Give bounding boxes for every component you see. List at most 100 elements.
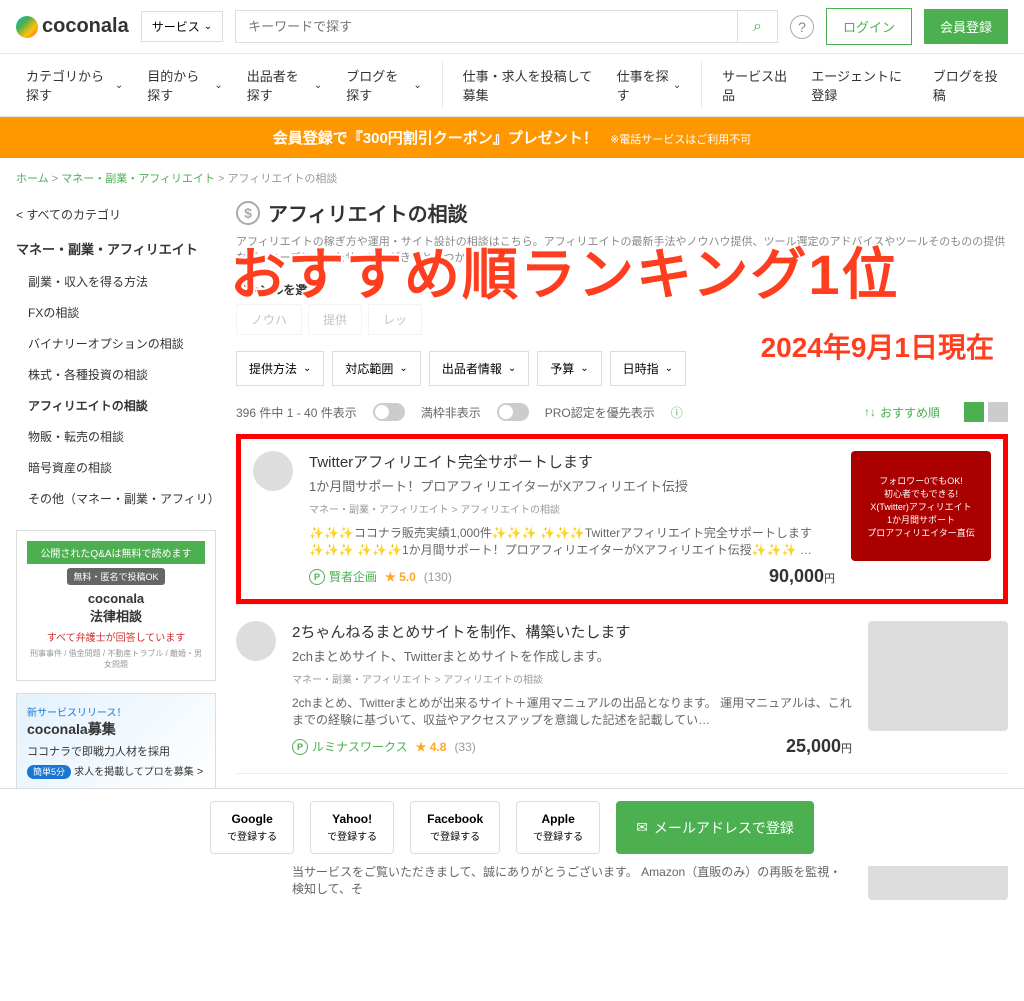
nav-blog[interactable]: ブログを探す (336, 54, 432, 116)
help-icon[interactable]: ? (790, 15, 814, 39)
breadcrumb: ホーム > マネー・副業・アフィリエイト > アフィリエイトの相談 (0, 158, 1024, 198)
genre-tag[interactable]: ノウハ (236, 304, 302, 335)
filter-提供方法[interactable]: 提供方法 (236, 351, 324, 386)
nav-job-search[interactable]: 仕事を探す (607, 54, 692, 116)
sidebar-back[interactable]: < すべてのカテゴリ (16, 198, 216, 231)
result-count: 396 件中 1 - 40 件表示 (236, 404, 357, 421)
widget-tags: 刑事事件 / 借金問題 / 不動産トラブル / 離婚・男女問題 (27, 648, 205, 670)
widget2-cta: 求人を掲載してプロを募集 (74, 767, 194, 778)
widget2-tag: 新サービスリリース！ (27, 704, 205, 719)
social-apple[interactable]: Appleで登録する (516, 801, 600, 854)
listing-thumbnail[interactable] (868, 621, 1008, 731)
listing-desc: 当サービスをご覧いただきまして、誠にありがとうございます。 Amazon（直販の… (292, 863, 852, 897)
sidebar-recruit-widget[interactable]: 新サービスリリース！ coconala募集 ココナラで即戦力人材を採用 簡単5分… (16, 693, 216, 789)
listing-breadcrumb: マネー・副業・アフィリエイト > アフィリエイトの相談 (292, 671, 852, 686)
promo-banner[interactable]: 会員登録で『300円割引クーポン』プレゼント！ ※電話サービスはご利用不可 (0, 117, 1024, 158)
rating: ★ 4.8 (416, 740, 447, 754)
seller-link[interactable]: P賢者企画 (309, 568, 377, 585)
filter-予算[interactable]: 予算 (537, 351, 601, 386)
price: 25,000円 (786, 736, 852, 757)
sidebar-sub-5[interactable]: 物販・転売の相談 (16, 421, 216, 452)
page-desc: アフィリエイトの稼ぎ方や運用・サイト設計の相談はこちら。アフィリエイトの最新手法… (236, 233, 1008, 265)
rating: ★ 5.0 (385, 570, 416, 584)
breadcrumb-current: アフィリエイトの相談 (228, 173, 338, 185)
listing-title: Twitterアフィリエイト完全サポートします (309, 451, 835, 472)
page-title: アフィリエイトの相談 (268, 198, 468, 227)
listing[interactable]: 2ちゃんねるまとめサイトを制作、構築いたします 2chまとめサイト、Twitte… (236, 604, 1008, 773)
header: coconala サービス ⌕ ? ログイン 会員登録 (0, 0, 1024, 54)
breadcrumb-cat[interactable]: マネー・副業・アフィリエイト (61, 173, 215, 185)
service-dropdown[interactable]: サービス (141, 11, 223, 42)
logo-text: coconala (42, 15, 129, 38)
nav-service-listing[interactable]: サービス出品 (712, 54, 797, 116)
widget-desc: すべて弁護士が回答しています (27, 629, 205, 644)
widget-banner: 公開されたQ&Aは無料で読めます (27, 541, 205, 564)
sidebar-category[interactable]: マネー・副業・アフィリエイト (16, 231, 216, 266)
view-grid-icon[interactable] (988, 402, 1008, 422)
nav-purpose[interactable]: 目的から探す (137, 54, 233, 116)
nav-category[interactable]: カテゴリから探す (16, 54, 133, 116)
nav-job-post[interactable]: 仕事・求人を投稿して募集 (453, 54, 603, 116)
nav-agent[interactable]: エージェントに登録 (801, 54, 919, 116)
avatar[interactable] (236, 621, 276, 661)
nav-seller[interactable]: 出品者を探す (237, 54, 333, 116)
toggle-pro-label: PRO認定を優先表示 (545, 404, 655, 421)
seller-badge-icon: P (309, 569, 325, 585)
genre-tag[interactable]: レッ (368, 304, 422, 335)
reviews: (33) (454, 740, 475, 754)
nav-blog-post[interactable]: ブログを投稿 (923, 54, 1008, 116)
sidebar-sub-0[interactable]: 副業・収入を得る方法 (16, 266, 216, 297)
seller-badge-icon: P (292, 739, 308, 755)
listing-thumbnail[interactable]: フォロワー0でもOK!初心者でもできる!X(Twitter)アフィリエイト1か月… (851, 451, 991, 561)
toggle-pro[interactable] (497, 403, 529, 421)
main-nav: カテゴリから探す 目的から探す 出品者を探す ブログを探す 仕事・求人を投稿して… (0, 54, 1024, 117)
genre-label: ジャンルを選択 (236, 281, 1008, 298)
filters: 提供方法対応範囲出品者情報予算日時指 (236, 351, 1008, 386)
search-button[interactable]: ⌕ (737, 11, 777, 42)
widget-sub: 無料・匿名で投稿OK (67, 568, 164, 585)
filter-対応範囲[interactable]: 対応範囲 (332, 351, 420, 386)
sidebar-sub-6[interactable]: 暗号資産の相談 (16, 452, 216, 483)
sidebar-legal-widget[interactable]: 公開されたQ&Aは無料で読めます 無料・匿名で投稿OK coconala 法律相… (16, 530, 216, 681)
sidebar-sub-1[interactable]: FXの相談 (16, 297, 216, 328)
widget-title: coconala 法律相談 (27, 591, 205, 625)
seller-link[interactable]: Pルミナスワークス (292, 738, 408, 755)
sidebar-sub-7[interactable]: その他（マネー・副業・アフィリ） (16, 483, 216, 514)
filter-出品者情報[interactable]: 出品者情報 (429, 351, 529, 386)
social-google[interactable]: Googleで登録する (210, 801, 294, 854)
breadcrumb-home[interactable]: ホーム (16, 173, 49, 185)
listing-desc: ✨✨✨ココナラ販売実績1,000件✨✨✨ ✨✨✨Twitterアフィリエイト完全… (309, 524, 835, 558)
promo-text: 会員登録で『300円割引クーポン』プレゼント！ (273, 130, 598, 147)
login-button[interactable]: ログイン (826, 8, 912, 45)
toggle-full[interactable] (373, 403, 405, 421)
listing[interactable]: Twitterアフィリエイト完全サポートします 1か月間サポート！プロアフィリエ… (236, 434, 1008, 604)
promo-sub: ※電話サービスはご利用不可 (610, 134, 751, 146)
signup-bar: Googleで登録する Yahoo!で登録する Facebookで登録する Apple… (0, 788, 1024, 866)
genre-tags: ノウハ提供レッ (236, 304, 1008, 335)
widget2-badge: 簡単5分 (27, 765, 71, 779)
view-list-icon[interactable] (964, 402, 984, 422)
widget2-desc: ココナラで即戦力人材を採用 (27, 743, 205, 759)
sidebar-sub-4[interactable]: アフィリエイトの相談 (16, 390, 216, 421)
listing-title: 2ちゃんねるまとめサイトを制作、構築いたします (292, 621, 852, 642)
genre-tag[interactable]: 提供 (308, 304, 362, 335)
social-yahoo![interactable]: Yahoo!で登録する (310, 801, 394, 854)
page-title-icon: $ (236, 201, 260, 225)
search-input[interactable] (236, 11, 737, 42)
price: 90,000円 (769, 566, 835, 587)
sort-dropdown[interactable]: ↑↓ おすすめ順 (864, 404, 940, 421)
avatar[interactable] (253, 451, 293, 491)
logo[interactable]: coconala (16, 15, 129, 38)
social-facebook[interactable]: Facebookで登録する (410, 801, 500, 854)
signup-button[interactable]: 会員登録 (924, 9, 1008, 44)
result-bar: 396 件中 1 - 40 件表示 満枠非表示 PRO認定を優先表示 ⓘ ↑↓ … (236, 402, 1008, 422)
toggle-full-label: 満枠非表示 (421, 404, 481, 421)
sidebar-sub-2[interactable]: バイナリーオプションの相談 (16, 328, 216, 359)
email-signup-button[interactable]: ✉ メールアドレスで登録 (616, 801, 814, 854)
toggle-info-icon[interactable]: ⓘ (671, 404, 683, 421)
sidebar-sub-3[interactable]: 株式・各種投資の相談 (16, 359, 216, 390)
listing-subtitle: 1か月間サポート！プロアフィリエイターがXアフィリエイト伝授 (309, 476, 835, 495)
listing-desc: 2chまとめ、Twitterまとめが出来るサイト＋運用マニュアルの出品となります… (292, 694, 852, 728)
filter-日時指[interactable]: 日時指 (610, 351, 686, 386)
listing-subtitle: 2chまとめサイト、Twitterまとめサイトを作成します。 (292, 646, 852, 665)
